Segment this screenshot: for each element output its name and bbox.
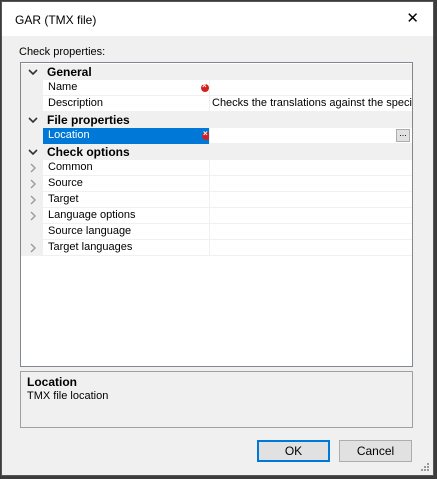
category-general[interactable]: General (21, 64, 412, 80)
category-file-properties[interactable]: File properties (21, 112, 412, 128)
property-label: Common (48, 161, 93, 173)
column-divider (209, 208, 210, 224)
property-row-target[interactable]: Target (21, 192, 412, 208)
property-label: Source language (48, 225, 132, 237)
row-gutter (21, 80, 43, 96)
cancel-button[interactable]: Cancel (339, 440, 412, 462)
browse-button[interactable]: ... (396, 129, 410, 142)
category-label: Check options (47, 145, 130, 159)
property-row-language-options[interactable]: Language options (21, 208, 412, 224)
column-divider (209, 96, 210, 112)
property-label: Name (48, 81, 78, 93)
chevron-down-icon[interactable] (28, 67, 38, 77)
property-row-location[interactable]: Location ... (21, 128, 412, 144)
row-gutter (21, 128, 43, 144)
property-label: Source (48, 177, 83, 189)
error-icon (201, 81, 209, 92)
help-description: TMX file location (27, 390, 109, 402)
property-row-common[interactable]: Common (21, 160, 412, 176)
property-value[interactable]: Checks the translations against the spec… (212, 97, 412, 109)
property-grid[interactable]: General Name Description Checks the tran… (20, 62, 413, 367)
property-row-target-languages[interactable]: Target languages (21, 240, 412, 256)
chevron-down-icon[interactable] (28, 147, 38, 157)
column-divider (209, 240, 210, 256)
column-divider (209, 128, 210, 144)
property-row-name[interactable]: Name (21, 80, 412, 96)
description-panel: Location TMX file location (20, 371, 413, 428)
column-divider (209, 176, 210, 192)
property-label: Location (48, 129, 90, 141)
help-title: Location (27, 375, 77, 389)
check-properties-label: Check properties: (19, 46, 106, 58)
property-row-description[interactable]: Description Checks the translations agai… (21, 96, 412, 112)
chevron-down-icon[interactable] (28, 115, 38, 125)
property-row-source[interactable]: Source (21, 176, 412, 192)
column-divider (209, 192, 210, 208)
window-title: GAR (TMX file) (15, 13, 97, 27)
ok-button[interactable]: OK (257, 440, 330, 462)
column-divider (209, 160, 210, 176)
resize-grip-icon[interactable] (419, 461, 429, 471)
property-label: Target (48, 193, 79, 205)
title-bar: GAR (TMX file) ✕ (2, 2, 433, 36)
chevron-right-icon[interactable] (28, 179, 38, 189)
chevron-right-icon[interactable] (28, 163, 38, 173)
property-label: Description (48, 97, 104, 109)
chevron-right-icon[interactable] (28, 195, 38, 205)
column-divider (209, 80, 210, 96)
column-divider (209, 224, 210, 240)
property-label: Language options (48, 209, 136, 221)
property-label: Target languages (48, 241, 133, 253)
close-icon[interactable]: ✕ (406, 11, 419, 26)
property-row-source-language[interactable]: Source language (21, 224, 412, 240)
row-gutter (21, 224, 43, 240)
category-label: General (47, 65, 92, 79)
chevron-right-icon[interactable] (28, 243, 38, 253)
dialog-window: GAR (TMX file) ✕ Check properties: Gener… (1, 1, 434, 476)
chevron-right-icon[interactable] (28, 211, 38, 221)
category-label: File properties (47, 113, 130, 127)
row-gutter (21, 96, 43, 112)
category-check-options[interactable]: Check options (21, 144, 412, 160)
